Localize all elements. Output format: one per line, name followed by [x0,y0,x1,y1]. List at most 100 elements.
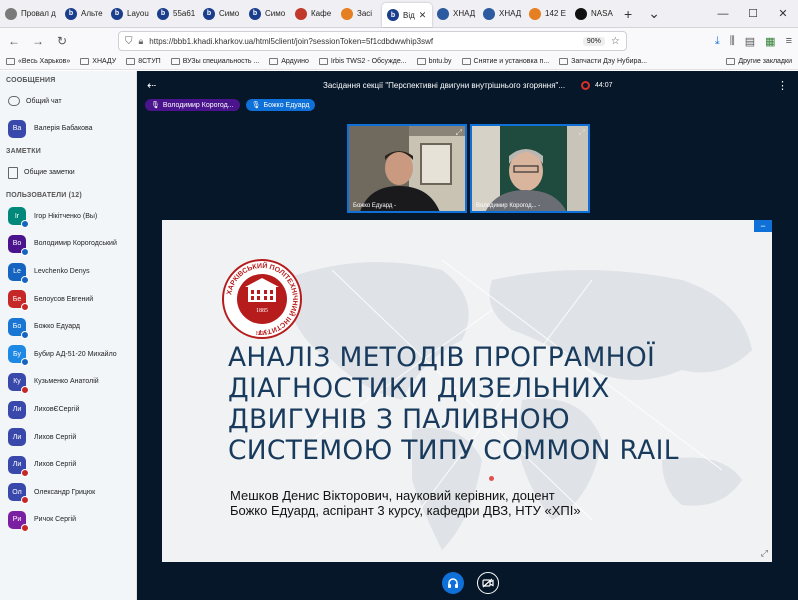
browser-tab[interactable]: 142 Е [524,0,570,27]
notes-section-title: ЗАМЕТКИ [6,148,41,156]
avatar: Ку [8,372,29,394]
close-window-icon[interactable]: ✕ [768,0,798,27]
bookmark-star-icon[interactable]: ☆ [611,36,620,47]
user-list-item[interactable]: Ку Кузьменко Анатолій [0,368,136,396]
user-list-item[interactable]: Ри Ричок Сергій [0,506,136,534]
recording-timer: 44:07 [595,81,613,89]
bookmark-item[interactable]: Irbis TWS2 - Обсужде... [318,58,407,65]
maximize-icon[interactable]: ☐ [738,0,768,27]
shared-notes-item[interactable]: Общие заметки [0,159,136,187]
browser-tab[interactable]: ХНАД [432,0,478,27]
record-icon[interactable] [581,80,590,90]
presentation-slide: ХАРКІВСЬКИЙ ПОЛІТЕХНІЧНИЙ ІНСТИТУТ 1885 … [162,220,772,562]
user-list-item[interactable]: Ir Ігор Нікітченко (Вы) [0,203,136,231]
top-user-row[interactable]: Ва Валерія Бабакова [0,115,136,143]
browser-tab[interactable]: Засі [336,0,382,27]
user-list-item[interactable]: Бе Белоусов Евгений [0,285,136,313]
mic-status-icon [21,247,29,256]
avatar: Ли [8,400,26,419]
reload-icon[interactable]: ↻ [54,34,70,48]
meeting-header: ⇠ Засідання секції "Перспективні двигуни… [137,71,798,99]
mic-icon: 🎙︎ [251,102,261,109]
address-bar[interactable]: ⛉ 🔒︎ https://bbb1.khadi.kharkov.ua/html5… [118,31,627,51]
back-icon[interactable]: ← [6,34,22,48]
browser-tab[interactable]: b Альте [60,0,106,27]
more-options-icon[interactable]: ⋮ [777,79,788,92]
url-text[interactable]: https://bbb1.khadi.kharkov.ua/html5clien… [149,37,577,46]
bookmark-item[interactable]: «Весь Харьков» [6,58,70,65]
browser-tab[interactable]: Кафе [290,0,336,27]
sidebar-icon[interactable]: ▤ [745,35,755,48]
user-name: Кузьменко Анатолій [34,378,99,386]
user-list-item[interactable]: Ол Олександр Грицюк [0,479,136,507]
notes-icon [8,166,18,179]
browser-tab[interactable]: b 55a61 [152,0,198,27]
bookmark-item[interactable]: Ардуино [269,58,309,65]
talker-badge[interactable]: 🎙︎ Божко Едуард [245,99,316,111]
tab-strip: Провал д b Альте b Layou b 55a61 b Симо b Симо Кафе… [0,0,798,28]
zoom-level[interactable]: 90% [582,36,605,46]
tab-favicon-icon [295,7,307,20]
browser-tab[interactable]: b Layou [106,0,152,27]
folder-icon [80,58,90,65]
talker-badge[interactable]: 🎙︎ Володимир Корогод... [145,99,240,111]
audio-button[interactable] [442,572,464,594]
forward-icon[interactable]: → [30,34,46,48]
tab-favicon-icon: b [65,7,77,20]
user-name: Божко Едуард [34,323,80,331]
toolbar-icons: ⤓ ⫼ ▤ ▦ ≡ [715,35,792,48]
bookmark-item[interactable]: 8СТУП [126,58,161,65]
browser-tab[interactable]: b Симо [244,0,290,27]
browser-tab[interactable]: ХНАД [478,0,524,27]
tab-label: Симо [265,9,286,18]
user-list-item[interactable]: Во Володимир Корогодський [0,230,136,258]
tab-label: Симо [219,9,240,18]
tab-favicon-icon: b [387,9,399,21]
lock-icon[interactable]: 🔒︎ [139,36,144,47]
browser-tab[interactable]: Провал д [0,0,60,27]
new-tab-button[interactable]: + [616,0,640,27]
fullscreen-icon[interactable]: ⤢ [761,548,768,559]
tab-list-icon[interactable]: ⌄ [640,0,668,27]
user-list-item[interactable]: Ли ЛиховЄСергій [0,396,136,424]
library-icon[interactable]: ⫼ [730,35,735,48]
avatar: Ри [8,510,29,532]
avatar: Ва [8,119,26,138]
hide-panel-icon[interactable]: ⇠ [147,79,156,92]
bookmark-item[interactable]: ВУЗы специальность ... [170,58,259,65]
tab-favicon-icon [341,7,353,20]
folder-icon [269,58,279,65]
folder-icon [559,58,569,65]
bookmark-item[interactable]: bntu.by [416,58,452,65]
user-list-item[interactable]: Бу Бубир АД-51-20 Михайло [0,341,136,369]
browser-tab[interactable]: b Від ✕ [382,3,432,27]
shield-icon[interactable]: ⛉ [125,36,133,47]
minimize-icon[interactable]: — [708,0,738,27]
mic-status-icon [21,358,29,367]
bookmark-item[interactable]: Запчасти Дэу Нубира... [559,58,647,65]
browser-tab[interactable]: NASA [570,0,616,27]
browser-tab[interactable]: b Симо [198,0,244,27]
user-name: Лихов Сергій [34,433,77,441]
other-bookmarks[interactable]: Другие закладки [726,58,792,65]
menu-icon[interactable]: ≡ [786,35,792,48]
minimize-presentation-button[interactable]: − [754,220,772,232]
mic-status-icon [21,330,29,339]
video-tile[interactable]: ⤢ Божко Едуард - [347,124,467,213]
user-list-item[interactable]: Le Levchenko Denys [0,258,136,286]
public-chat-item[interactable]: Общий чат [0,87,136,115]
bookmark-item[interactable]: Снятие и установка п... [461,58,549,65]
share-webcam-button[interactable] [477,572,499,594]
video-tile[interactable]: ⤢ Володимир Корогод... - [470,124,590,213]
close-tab-icon[interactable]: ✕ [419,10,427,21]
download-icon[interactable]: ⤓ [715,35,720,48]
folder-icon [170,58,180,65]
user-list-item[interactable]: Ли Лихов Сергій [0,423,136,451]
bookmark-item[interactable]: ХНАДУ [80,58,116,65]
user-list-item[interactable]: Ли Лихов Сергій [0,451,136,479]
expand-icon[interactable]: ⤢ [579,128,585,138]
extension-icon[interactable]: ▦ [765,35,775,48]
user-list-item[interactable]: Бо Божко Едуард [0,313,136,341]
tab-favicon-icon [529,7,541,20]
expand-icon[interactable]: ⤢ [456,128,462,138]
